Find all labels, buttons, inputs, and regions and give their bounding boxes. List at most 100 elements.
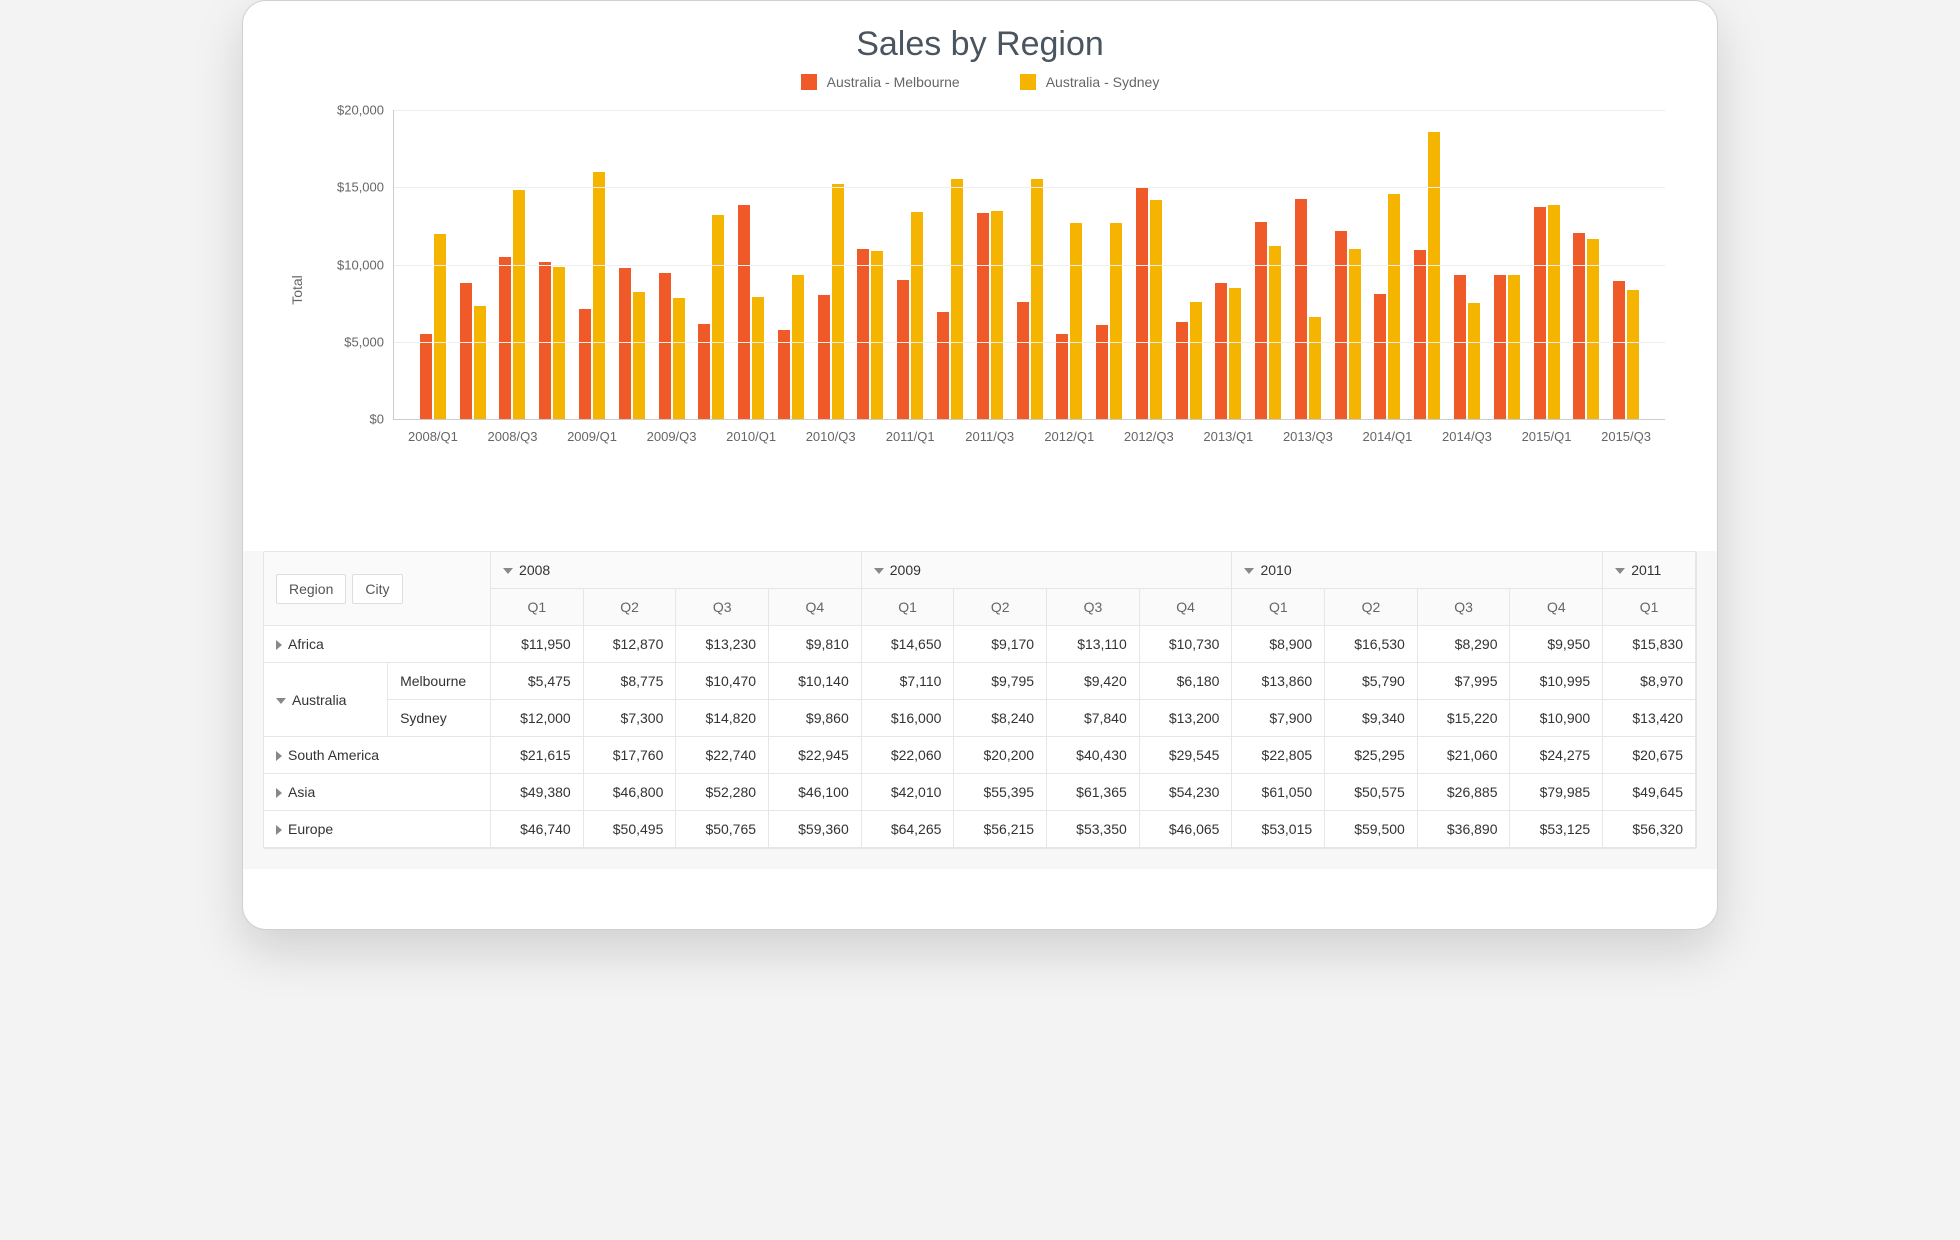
pivot-table[interactable]: RegionCity2008200920102011Q1Q2Q3Q4Q1Q2Q3… [263, 551, 1697, 849]
data-cell[interactable]: $9,340 [1325, 700, 1418, 737]
data-cell[interactable]: $10,140 [769, 663, 862, 700]
data-cell[interactable]: $59,360 [769, 811, 862, 848]
data-cell[interactable]: $40,430 [1047, 737, 1140, 774]
bar-sydney[interactable] [1309, 317, 1321, 419]
legend-item-sydney[interactable]: Australia - Sydney [1020, 74, 1160, 90]
data-cell[interactable]: $53,125 [1510, 811, 1603, 848]
data-cell[interactable]: $14,650 [861, 626, 954, 663]
data-cell[interactable]: $8,775 [583, 663, 676, 700]
bar-melbourne[interactable] [1414, 250, 1426, 419]
data-cell[interactable]: $9,950 [1510, 626, 1603, 663]
data-cell[interactable]: $64,265 [861, 811, 954, 848]
bar-melbourne[interactable] [1136, 188, 1148, 419]
quarter-header[interactable]: Q2 [954, 589, 1047, 626]
quarter-header[interactable]: Q4 [769, 589, 862, 626]
data-cell[interactable]: $8,900 [1232, 626, 1325, 663]
bar-sydney[interactable] [1428, 132, 1440, 419]
quarter-header[interactable]: Q3 [1417, 589, 1510, 626]
bar-melbourne[interactable] [420, 334, 432, 419]
data-cell[interactable]: $10,470 [676, 663, 769, 700]
bar-melbourne[interactable] [1295, 199, 1307, 419]
quarter-header[interactable]: Q1 [1232, 589, 1325, 626]
legend-item-melbourne[interactable]: Australia - Melbourne [801, 74, 960, 90]
bar-melbourne[interactable] [1017, 302, 1029, 419]
bar-sydney[interactable] [1548, 205, 1560, 419]
bar-sydney[interactable] [1269, 246, 1281, 420]
data-cell[interactable]: $20,200 [954, 737, 1047, 774]
data-cell[interactable]: $46,065 [1139, 811, 1232, 848]
data-cell[interactable]: $61,050 [1232, 774, 1325, 811]
data-cell[interactable]: $9,420 [1047, 663, 1140, 700]
bar-sydney[interactable] [1229, 288, 1241, 419]
bar-melbourne[interactable] [1534, 207, 1546, 419]
bar-melbourne[interactable] [1335, 231, 1347, 419]
bar-melbourne[interactable] [539, 262, 551, 419]
bar-melbourne[interactable] [1255, 222, 1267, 419]
dimension-button-region[interactable]: Region [276, 574, 346, 604]
bar-melbourne[interactable] [1613, 281, 1625, 419]
data-cell[interactable]: $22,805 [1232, 737, 1325, 774]
bar-sydney[interactable] [434, 234, 446, 419]
quarter-header[interactable]: Q1 [491, 589, 584, 626]
bar-sydney[interactable] [593, 172, 605, 419]
data-cell[interactable]: $6,180 [1139, 663, 1232, 700]
data-cell[interactable]: $20,675 [1603, 737, 1696, 774]
city-cell[interactable]: Sydney [388, 700, 491, 737]
bar-sydney[interactable] [1508, 275, 1520, 419]
bar-sydney[interactable] [474, 306, 486, 419]
data-cell[interactable]: $50,495 [583, 811, 676, 848]
data-cell[interactable]: $55,395 [954, 774, 1047, 811]
year-header-2009[interactable]: 2009 [861, 552, 1232, 589]
bar-sydney[interactable] [871, 251, 883, 419]
data-cell[interactable]: $50,765 [676, 811, 769, 848]
bar-melbourne[interactable] [778, 330, 790, 419]
city-cell[interactable]: Melbourne [388, 663, 491, 700]
data-cell[interactable]: $13,230 [676, 626, 769, 663]
data-cell[interactable]: $46,800 [583, 774, 676, 811]
data-cell[interactable]: $14,820 [676, 700, 769, 737]
data-cell[interactable]: $5,475 [491, 663, 584, 700]
bar-sydney[interactable] [1349, 249, 1361, 419]
bar-melbourne[interactable] [619, 268, 631, 419]
bar-sydney[interactable] [1587, 239, 1599, 419]
region-cell-africa[interactable]: Africa [264, 626, 491, 663]
quarter-header[interactable]: Q2 [583, 589, 676, 626]
data-cell[interactable]: $50,575 [1325, 774, 1418, 811]
data-cell[interactable]: $7,300 [583, 700, 676, 737]
bar-sydney[interactable] [633, 292, 645, 419]
data-cell[interactable]: $13,420 [1603, 700, 1696, 737]
data-cell[interactable]: $53,015 [1232, 811, 1325, 848]
data-cell[interactable]: $56,320 [1603, 811, 1696, 848]
data-cell[interactable]: $9,810 [769, 626, 862, 663]
data-cell[interactable]: $8,290 [1417, 626, 1510, 663]
bar-melbourne[interactable] [857, 249, 869, 419]
data-cell[interactable]: $42,010 [861, 774, 954, 811]
data-cell[interactable]: $24,275 [1510, 737, 1603, 774]
dimension-button-city[interactable]: City [352, 574, 402, 604]
data-cell[interactable]: $46,740 [491, 811, 584, 848]
data-cell[interactable]: $79,985 [1510, 774, 1603, 811]
data-cell[interactable]: $16,530 [1325, 626, 1418, 663]
data-cell[interactable]: $10,730 [1139, 626, 1232, 663]
region-cell-australia[interactable]: Australia [264, 663, 388, 737]
region-cell-south america[interactable]: South America [264, 737, 491, 774]
bar-sydney[interactable] [752, 297, 764, 419]
bar-melbourne[interactable] [1056, 334, 1068, 419]
data-cell[interactable]: $46,100 [769, 774, 862, 811]
bar-melbourne[interactable] [499, 257, 511, 419]
data-cell[interactable]: $29,545 [1139, 737, 1232, 774]
bar-sydney[interactable] [712, 215, 724, 419]
data-cell[interactable]: $21,060 [1417, 737, 1510, 774]
data-cell[interactable]: $8,240 [954, 700, 1047, 737]
data-cell[interactable]: $13,110 [1047, 626, 1140, 663]
data-cell[interactable]: $9,860 [769, 700, 862, 737]
bar-melbourne[interactable] [698, 324, 710, 419]
bar-sydney[interactable] [1150, 200, 1162, 419]
data-cell[interactable]: $54,230 [1139, 774, 1232, 811]
data-cell[interactable]: $5,790 [1325, 663, 1418, 700]
data-cell[interactable]: $25,295 [1325, 737, 1418, 774]
bar-melbourne[interactable] [1176, 322, 1188, 419]
data-cell[interactable]: $9,795 [954, 663, 1047, 700]
data-cell[interactable]: $53,350 [1047, 811, 1140, 848]
bar-melbourne[interactable] [1454, 275, 1466, 419]
